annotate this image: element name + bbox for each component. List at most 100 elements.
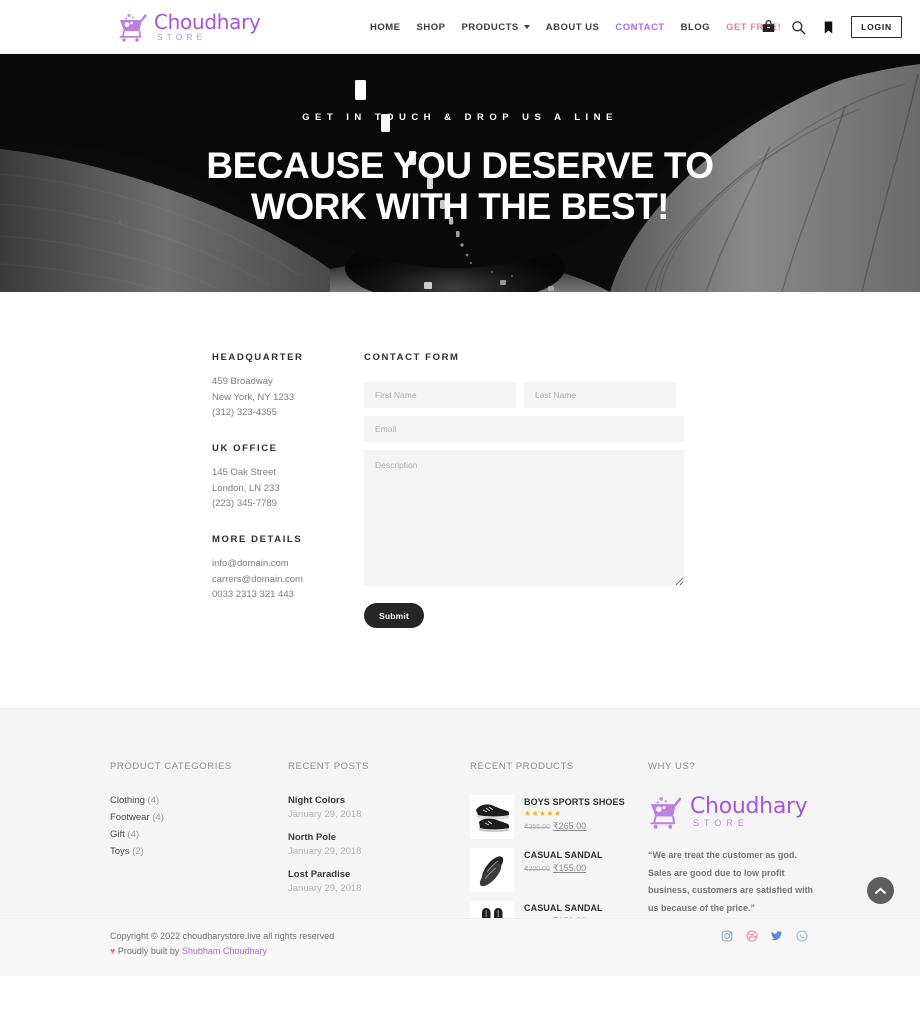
main-navigation: HOME SHOP PRODUCTS ABOUT US CONTACT BLOG…: [370, 0, 804, 54]
built-by-prefix: Proudly built by: [117, 946, 182, 956]
info-line: London, LN 233: [212, 482, 280, 494]
post-title: Lost Paradise: [288, 869, 351, 880]
footer-column-title: WHY US?: [648, 761, 696, 772]
footer-column-title: RECENT POSTS: [288, 761, 369, 772]
post-item[interactable]: Night Colors January 29, 2018: [288, 795, 448, 820]
info-line: 459 Broadway: [212, 376, 273, 387]
chevron-down-icon: [523, 25, 530, 29]
footer-product-categories: PRODUCT CATEGORIES Clothing (4) Footwear…: [110, 761, 270, 863]
heart-icon: ♥: [110, 946, 116, 956]
post-title: North Pole: [288, 832, 337, 843]
contact-section: HEADQUARTER 459 Broadway New York, NY 12…: [0, 292, 920, 708]
header-icon-group: LOGIN: [761, 0, 902, 54]
nav-label: BLOG: [680, 21, 711, 33]
product-thumbnail-sports-shoes: [470, 795, 514, 839]
cart-logo-icon: [648, 795, 688, 829]
info-line-email: info@domain.com: [212, 558, 289, 570]
submit-button[interactable]: Submit: [364, 603, 424, 628]
category-name: Gift: [110, 829, 125, 840]
post-item[interactable]: North Pole January 29, 2018: [288, 832, 448, 857]
author-link[interactable]: Shubham Choudhary: [182, 946, 267, 956]
hero-eyebrow: GET IN TOUCH & DROP US A LINE: [302, 112, 618, 123]
description-textarea[interactable]: [364, 450, 684, 586]
first-name-input[interactable]: [364, 382, 516, 408]
social-icons: [721, 930, 808, 942]
product-item[interactable]: BOYS SPORTS SHOES ★★★★★ ₹365.00 ₹265.00: [470, 795, 635, 839]
category-name: Footwear: [110, 812, 150, 823]
logo-wordmark: Choudhary: [154, 10, 261, 35]
post-date: January 29, 2018: [288, 846, 362, 857]
cart-icon[interactable]: [761, 19, 776, 35]
hero-banner: GET IN TOUCH & DROP US A LINE BECAUSE YO…: [0, 54, 920, 292]
info-heading: MORE DETAILS: [212, 534, 303, 546]
contact-info-column: HEADQUARTER 459 Broadway New York, NY 12…: [212, 352, 352, 625]
logo-wordmark: Choudhary: [690, 794, 808, 819]
instagram-icon[interactable]: [721, 930, 733, 942]
nav-item-about-us[interactable]: ABOUT US: [546, 22, 600, 33]
nav-item-home[interactable]: HOME: [370, 22, 401, 33]
nav-label: CONTACT: [615, 21, 665, 33]
info-line: 145 Oak Street: [212, 467, 276, 479]
footer-column-title: RECENT PRODUCTS: [470, 761, 574, 772]
search-icon[interactable]: [791, 20, 806, 35]
site-header: Choudhary STORE HOME SHOP PRODUCTS ABOUT…: [0, 0, 920, 54]
cart-logo-icon: [118, 12, 152, 42]
nav-label: HOME: [370, 21, 401, 33]
footer-why-us: WHY US? Choudhary STORE “We are treat th…: [648, 761, 818, 917]
product-old-price: ₹365.00: [524, 824, 550, 831]
info-heading: UK OFFICE: [212, 443, 278, 455]
post-date: January 29, 2018: [288, 809, 362, 820]
product-old-price: ₹200.00: [524, 866, 550, 873]
category-name: Clothing: [110, 795, 145, 806]
product-name: CASUAL SANDAL: [524, 850, 603, 860]
nav-item-contact[interactable]: CONTACT: [615, 22, 664, 33]
footer-column-title: PRODUCT CATEGORIES: [110, 761, 232, 772]
dribbble-icon[interactable]: [746, 930, 758, 942]
logo-subtext: STORE: [693, 818, 749, 828]
nav-label: SHOP: [416, 21, 446, 33]
email-input[interactable]: [364, 416, 684, 442]
why-us-quote: “We are treat the customer as god. Sales…: [648, 850, 814, 913]
built-by-text: ♥ Proudly built by Shubham Choudhary: [110, 946, 267, 956]
scroll-to-top-button[interactable]: [867, 877, 894, 904]
nav-item-products[interactable]: PRODUCTS: [461, 21, 530, 33]
hero-title-line-1: BECAUSE YOU DESERVE TO: [206, 145, 714, 186]
product-name: BOYS SPORTS SHOES: [524, 797, 625, 807]
category-item-toys[interactable]: Toys (2): [110, 846, 270, 857]
nav-item-shop[interactable]: SHOP: [417, 22, 446, 33]
site-logo[interactable]: Choudhary STORE: [118, 8, 261, 46]
info-block-uk-office: UK OFFICE 145 Oak Street London, LN 233 …: [212, 443, 352, 512]
site-footer: PRODUCT CATEGORIES Clothing (4) Footwear…: [0, 708, 920, 976]
post-date: January 29, 2018: [288, 883, 362, 894]
product-item[interactable]: CASUAL SANDAL ₹200.00 ₹155.00: [470, 848, 635, 892]
info-line-phone: 0033 2313 321 443: [212, 589, 294, 601]
last-name-input[interactable]: [524, 382, 676, 408]
info-block-headquarter: HEADQUARTER 459 Broadway New York, NY 12…: [212, 352, 352, 421]
copyright-text: Copyright © 2022 choudharystore.live all…: [110, 931, 335, 941]
post-title: Night Colors: [288, 795, 345, 806]
logo-subtext: STORE: [157, 32, 207, 43]
info-line: (312) 323-4355: [212, 407, 277, 419]
contact-form: CONTACT FORM Submit: [364, 352, 684, 628]
twitter-icon[interactable]: [771, 930, 783, 942]
post-item[interactable]: Lost Paradise January 29, 2018: [288, 869, 448, 894]
footer-logo: Choudhary STORE: [648, 795, 818, 829]
nav-item-blog[interactable]: BLOG: [681, 22, 710, 33]
bookmark-icon[interactable]: [821, 20, 836, 35]
category-item-gift[interactable]: Gift (4): [110, 829, 270, 840]
category-item-clothing[interactable]: Clothing (4): [110, 795, 270, 806]
product-new-price: ₹155.00: [552, 863, 587, 873]
footer-recent-posts: RECENT POSTS Night Colors January 29, 20…: [288, 761, 448, 906]
nav-label: PRODUCTS: [461, 21, 519, 33]
info-line-email: carrers@domain.com: [212, 573, 303, 585]
chevron-up-icon: [875, 887, 886, 894]
info-line: New York, NY 1233: [212, 391, 295, 403]
whatsapp-icon[interactable]: [796, 930, 808, 942]
product-rating-stars: ★★★★★: [524, 809, 562, 818]
login-button[interactable]: LOGIN: [851, 16, 902, 38]
category-name: Toys: [110, 846, 130, 857]
info-block-more-details: MORE DETAILS info@domain.com carrers@dom…: [212, 534, 352, 603]
info-line: (223) 345-7789: [212, 498, 277, 510]
hero-title-line-2: WORK WITH THE BEST!: [250, 186, 670, 228]
category-item-footwear[interactable]: Footwear (4): [110, 812, 270, 823]
